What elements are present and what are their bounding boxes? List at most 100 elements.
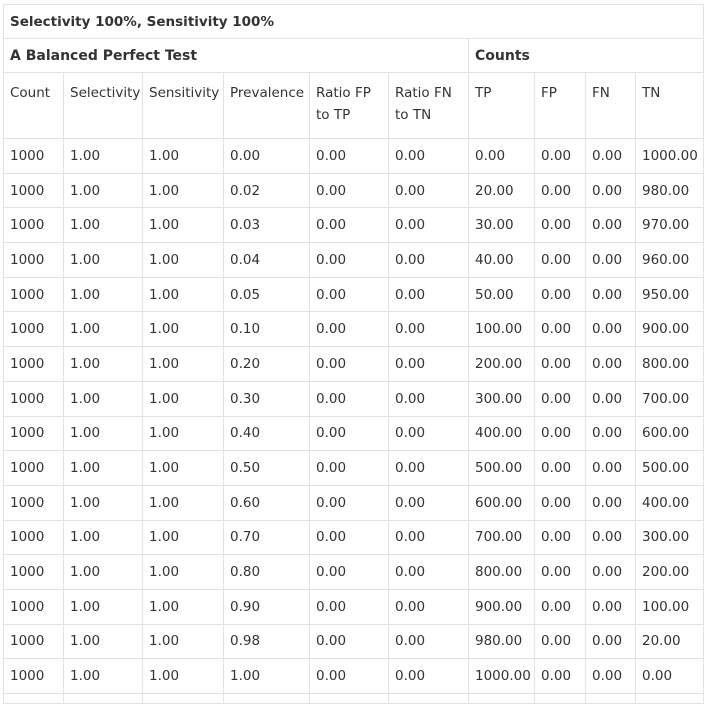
table-cell: 0.00 (534, 450, 586, 486)
table-cell: 0.00 (534, 484, 586, 521)
table-row: 1000 1.00 1.00 0.80 0.00 0.00 800.00 0.00 0.00 20… (3, 554, 705, 590)
table-cell: 0.00 (585, 276, 636, 313)
table-cell: 1.00 (63, 519, 143, 556)
table-cell: 40.00 (468, 242, 535, 278)
table-cell: 0.00 (388, 484, 469, 521)
table-cell: 100.00 (468, 311, 535, 348)
table-cell: 1.00 (63, 172, 143, 209)
table-cell: 0.00 (585, 519, 636, 556)
table-row: 1000 1.00 1.00 0.05 0.00 0.00 50.00 0.00 0.00 950… (3, 276, 705, 313)
table-cell: 0.04 (223, 242, 310, 278)
table-cell: 1.00 (63, 415, 143, 452)
table-row-partial (3, 693, 705, 704)
table-cell: 0.00 (309, 172, 389, 209)
table-cell: 1.00 (142, 554, 224, 590)
table-cell: 0.00 (309, 519, 389, 556)
table-row: 1000 1.00 1.00 0.02 0.00 0.00 20.00 0.00 0.00 980… (3, 172, 705, 209)
table-cell: 0.00 (534, 276, 586, 313)
table-cell: 0.00 (585, 658, 636, 694)
table-cell: 0.00 (388, 311, 469, 348)
table-cell: 0.00 (309, 623, 389, 660)
table-cell: 0.00 (309, 450, 389, 486)
table-cell: 0.00 (585, 415, 636, 452)
table-cell: 1.00 (142, 138, 224, 174)
table-row: 1000 1.00 1.00 0.30 0.00 0.00 300.00 0.00 0.00 70… (3, 380, 705, 417)
table-cell: 1.00 (142, 276, 224, 313)
table-cell: 0.00 (309, 346, 389, 382)
table-cell: 1.00 (142, 658, 224, 694)
table-cell: 1.00 (142, 242, 224, 278)
table-cell: 1000 (3, 554, 64, 590)
table-row: 1000 1.00 1.00 0.60 0.00 0.00 600.00 0.00 0.00 40… (3, 484, 705, 521)
table-row: 1000 1.00 1.00 0.10 0.00 0.00 100.00 0.00 0.00 90… (3, 311, 705, 348)
table-cell: 1000 (3, 623, 64, 660)
column-header: FP (534, 72, 586, 139)
table-cell: 0.00 (388, 276, 469, 313)
table-cell: 1.00 (142, 519, 224, 556)
table-cell: 0.03 (223, 207, 310, 244)
table-cell: 20.00 (634, 623, 705, 660)
table-cell: 1.00 (142, 623, 224, 660)
table-cell: 500.00 (468, 450, 535, 486)
table-cell: 0.00 (309, 658, 389, 694)
table-cell: 0.90 (223, 588, 310, 625)
table-cell: 980.00 (634, 172, 705, 209)
table-cell: 0.05 (223, 276, 310, 313)
table-cell-empty (63, 693, 143, 704)
table-cell: 1.00 (142, 450, 224, 486)
table-cell: 0.98 (223, 623, 310, 660)
column-group-row: A Balanced Perfect Test Counts (3, 38, 705, 73)
table-cell: 1.00 (63, 380, 143, 417)
table-cell: 0.00 (585, 623, 636, 660)
table-cell: 1.00 (63, 311, 143, 348)
table-cell: 0.00 (585, 207, 636, 244)
table-cell: 0.00 (388, 172, 469, 209)
table-cell: 960.00 (634, 242, 705, 278)
table-title-row: Selectivity 100%, Sensitivity 100% (2, 4, 705, 39)
table-cell: 900.00 (468, 588, 535, 625)
table-cell: 0.20 (223, 346, 310, 382)
column-header: Sensitivity (142, 72, 224, 139)
table-cell: 0.00 (388, 658, 469, 694)
table-cell: 1.00 (63, 242, 143, 278)
table-cell-empty (309, 693, 389, 704)
table-cell: 1.00 (142, 415, 224, 452)
column-header: FN (585, 72, 636, 139)
table-cell: 500.00 (634, 450, 705, 486)
table-cell: 0.00 (388, 207, 469, 244)
table-cell: 0.00 (388, 588, 469, 625)
table-cell: 0.00 (534, 242, 586, 278)
table-cell: 0.00 (534, 346, 586, 382)
table-cell: 100.00 (634, 588, 705, 625)
table-cell: 1.00 (63, 588, 143, 625)
table-cell: 0.00 (223, 138, 310, 174)
table-cell: 0.00 (585, 380, 636, 417)
table-cell: 1000.00 (634, 138, 705, 174)
balanced-perfect-test-table: Selectivity 100%, Sensitivity 100% A Bal… (2, 4, 705, 704)
table-cell: 600.00 (468, 484, 535, 521)
table-cell: 0.00 (585, 346, 636, 382)
table-container: Selectivity 100%, Sensitivity 100% A Bal… (2, 4, 705, 704)
table-cell: 0.00 (534, 380, 586, 417)
table-cell: 0.00 (534, 415, 586, 452)
table-cell: 1.00 (142, 484, 224, 521)
column-header: Count (3, 72, 64, 139)
table-cell: 1.00 (142, 207, 224, 244)
table-cell: 600.00 (634, 415, 705, 452)
table-cell: 0.40 (223, 415, 310, 452)
table-cell: 0.70 (223, 519, 310, 556)
table-cell: 700.00 (634, 380, 705, 417)
table-row: 1000 1.00 1.00 0.50 0.00 0.00 500.00 0.00 0.00 50… (3, 450, 705, 486)
table-cell-empty (634, 693, 705, 704)
table-cell: 0.10 (223, 311, 310, 348)
table-cell-empty (585, 693, 636, 704)
table-cell: 300.00 (468, 380, 535, 417)
table-cell: 0.00 (309, 311, 389, 348)
table-cell: 0.00 (534, 311, 586, 348)
table-row: 1000 1.00 1.00 0.90 0.00 0.00 900.00 0.00 0.00 10… (3, 588, 705, 625)
table-cell: 0.60 (223, 484, 310, 521)
table-cell: 0.00 (309, 242, 389, 278)
table-row: 1000 1.00 1.00 0.40 0.00 0.00 400.00 0.00 0.00 60… (3, 415, 705, 452)
table-cell: 0.00 (388, 138, 469, 174)
column-header: Prevalence (223, 72, 310, 139)
